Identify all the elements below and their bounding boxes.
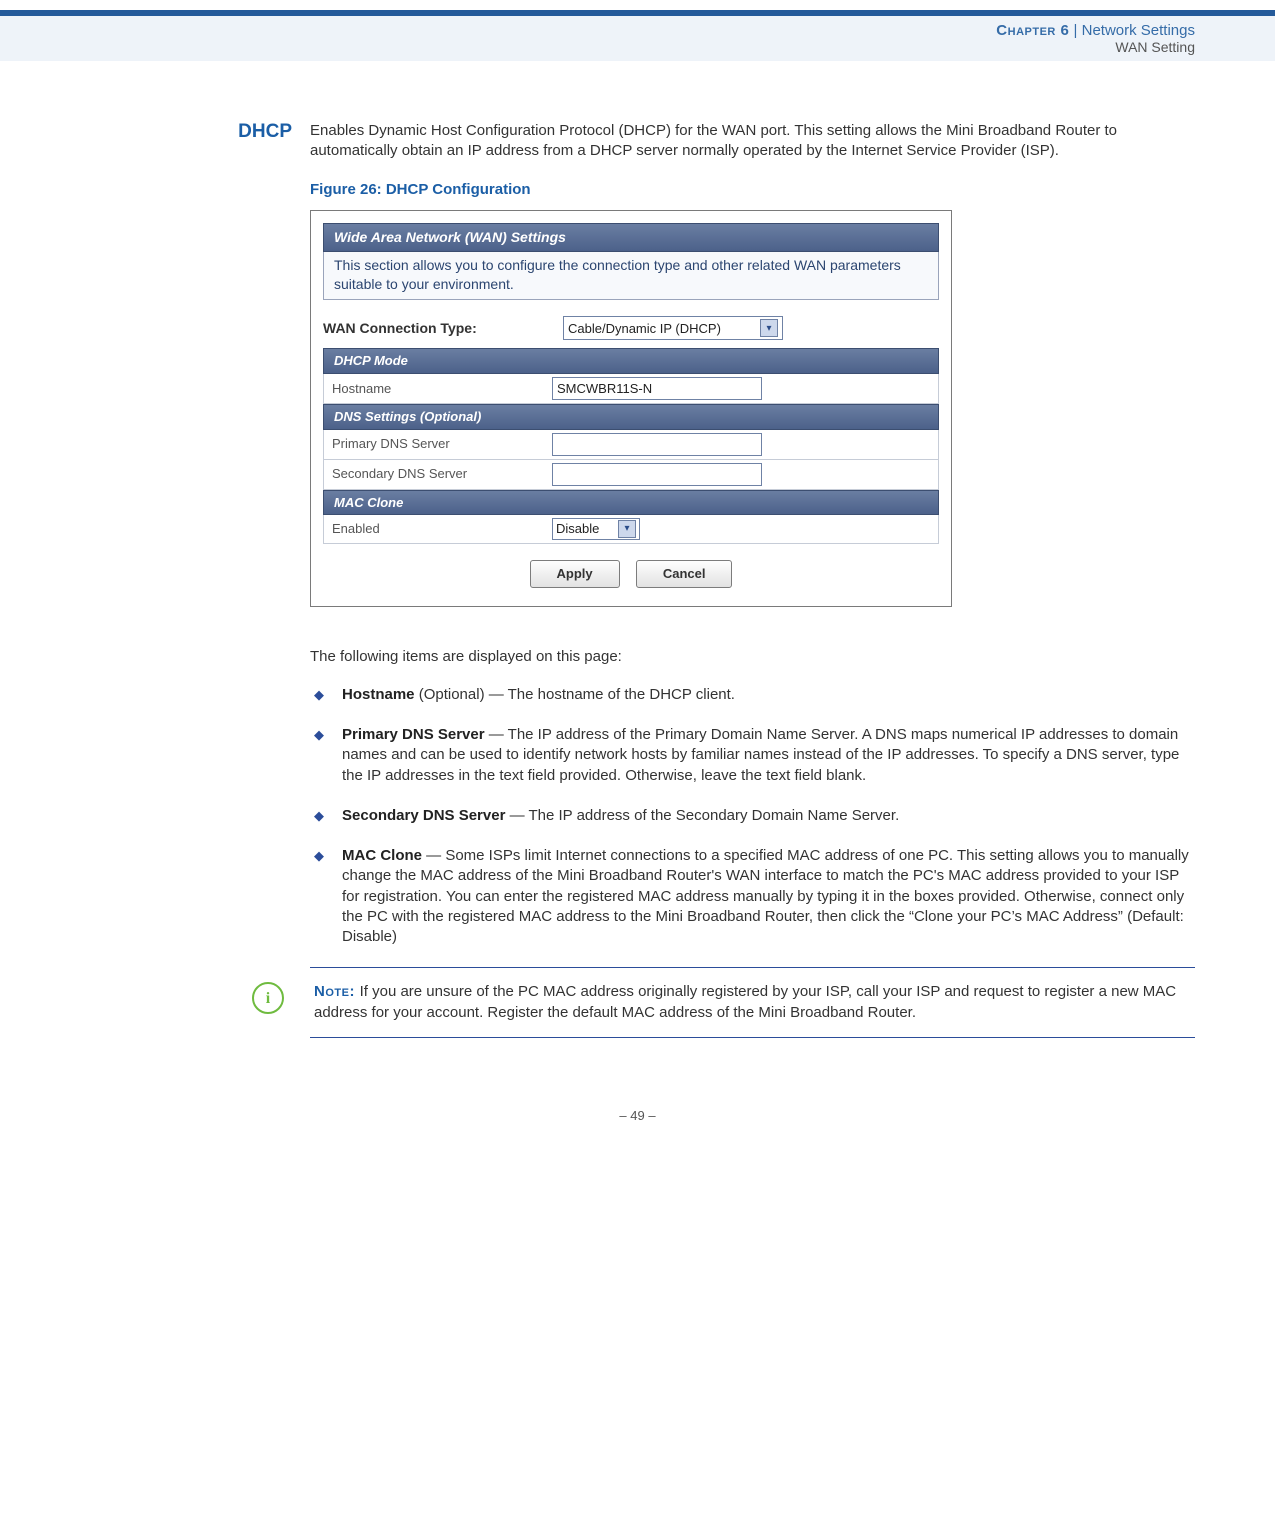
chapter-label: Chapter 6 (996, 22, 1069, 39)
chapter-title: Network Settings (1082, 22, 1195, 39)
page-footer: – 49 – (0, 1108, 1275, 1123)
section-dhcp-mode: DHCP Mode (323, 348, 939, 374)
note-block: i Note: If you are unsure of the PC MAC … (310, 967, 1195, 1038)
apply-button[interactable]: Apply (530, 560, 620, 588)
section-dns: DNS Settings (Optional) (323, 404, 939, 430)
items-intro: The following items are displayed on thi… (310, 647, 1195, 667)
item-text: — The IP address of the Secondary Domain… (505, 807, 899, 824)
mac-enabled-select[interactable]: Disable ▾ (552, 518, 640, 540)
hostname-input[interactable]: SMCWBR11S-N (552, 377, 762, 400)
mac-enabled-label: Enabled (332, 520, 552, 538)
chevron-down-icon: ▾ (760, 319, 778, 337)
cancel-button[interactable]: Cancel (636, 560, 733, 588)
margin-heading-dhcp: DHCP (80, 121, 292, 143)
note-text: If you are unsure of the PC MAC address … (314, 983, 1176, 1020)
conn-type-label: WAN Connection Type: (323, 319, 563, 338)
note-label: Note: (314, 983, 360, 1000)
item-term: Secondary DNS Server (342, 807, 505, 824)
hostname-label: Hostname (332, 380, 552, 398)
items-list: Hostname (Optional) — The hostname of th… (310, 685, 1195, 948)
figure-caption: Figure 26: DHCP Configuration (310, 180, 1195, 200)
header-sep: | (1069, 22, 1081, 39)
header-subtitle: WAN Setting (0, 39, 1195, 55)
conn-type-value: Cable/Dynamic IP (DHCP) (568, 320, 721, 338)
chevron-down-icon: ▾ (618, 520, 636, 538)
secondary-dns-input[interactable] (552, 463, 762, 486)
conn-type-select[interactable]: Cable/Dynamic IP (DHCP) ▾ (563, 316, 783, 340)
list-item: Hostname (Optional) — The hostname of th… (310, 685, 1195, 705)
item-text: — Some ISPs limit Internet connections t… (342, 847, 1189, 945)
list-item: MAC Clone — Some ISPs limit Internet con… (310, 846, 1195, 947)
wan-settings-desc: This section allows you to configure the… (323, 252, 939, 301)
secondary-dns-label: Secondary DNS Server (332, 465, 552, 483)
mac-enabled-value: Disable (556, 520, 599, 538)
item-text: (Optional) — The hostname of the DHCP cl… (415, 686, 735, 703)
list-item: Primary DNS Server — The IP address of t… (310, 725, 1195, 786)
item-term: Primary DNS Server (342, 726, 485, 743)
wan-settings-header: Wide Area Network (WAN) Settings (323, 223, 939, 252)
item-term: Hostname (342, 686, 415, 703)
list-item: Secondary DNS Server — The IP address of… (310, 806, 1195, 826)
section-mac-clone: MAC Clone (323, 490, 939, 516)
primary-dns-label: Primary DNS Server (332, 435, 552, 453)
item-term: MAC Clone (342, 847, 422, 864)
primary-dns-input[interactable] (552, 433, 762, 456)
intro-para: Enables Dynamic Host Configuration Proto… (310, 121, 1195, 162)
config-screenshot: Wide Area Network (WAN) Settings This se… (310, 210, 952, 607)
page-header: Chapter 6 | Network Settings WAN Setting (0, 16, 1275, 61)
